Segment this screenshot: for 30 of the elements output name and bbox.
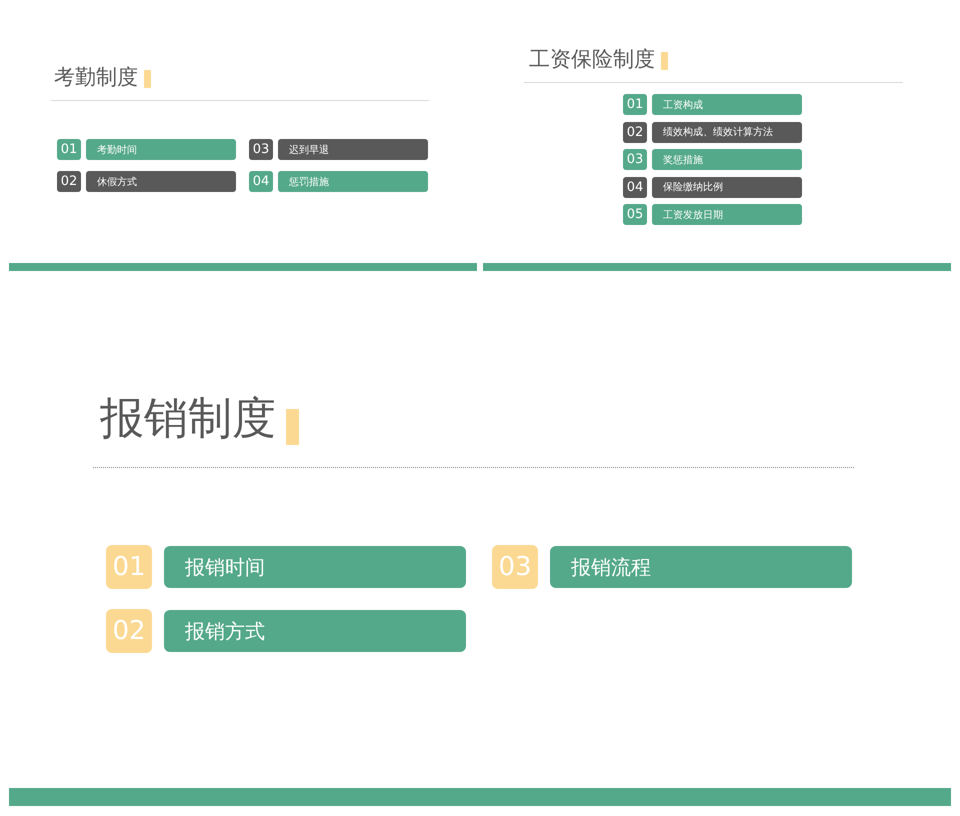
number-badge: 03 (492, 545, 538, 589)
item-label-bar: 报销流程 (550, 546, 852, 588)
number-badge: 04 (623, 176, 647, 198)
item-label-bar: 考勤时间 (86, 139, 236, 160)
slide-title: 工资保险制度 (529, 46, 655, 72)
number-badge: 02 (623, 122, 647, 142)
number-badge: 03 (249, 139, 273, 160)
item-label-bar: 迟到早退 (278, 139, 428, 160)
number-badge: 01 (106, 545, 152, 589)
slide-title: 考勤制度 (54, 64, 138, 90)
title-accent (661, 52, 668, 70)
number-badge: 03 (623, 149, 647, 170)
title-accent (144, 70, 151, 88)
item-label-bar: 工资构成 (652, 94, 802, 115)
slide-title: 报销制度 (100, 392, 276, 446)
number-badge: 01 (623, 94, 647, 115)
number-badge: 02 (57, 171, 81, 192)
item-label-bar: 报销方式 (164, 610, 466, 652)
item-label-bar: 休假方式 (86, 171, 236, 192)
number-badge: 01 (57, 139, 81, 160)
number-badge: 05 (623, 204, 647, 225)
item-label-bar: 工资发放日期 (652, 204, 802, 225)
item-label-bar: 保险缴纳比例 (652, 176, 802, 198)
item-label-bar: 绩效构成、绩效计算方法 (652, 122, 802, 142)
item-label-bar: 报销时间 (164, 546, 466, 588)
item-label-bar: 奖惩措施 (652, 149, 802, 170)
number-badge: 02 (106, 609, 152, 653)
item-label-bar: 惩罚措施 (278, 171, 428, 192)
title-accent (286, 409, 299, 445)
number-badge: 04 (249, 171, 273, 192)
